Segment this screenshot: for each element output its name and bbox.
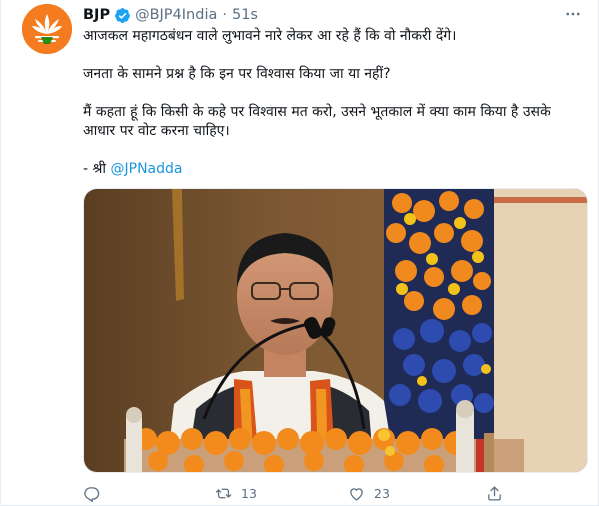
lotus-logo-icon — [22, 4, 72, 54]
tweet-paragraph-1: आजकल महागठबंधन वाले लुभावने नारे लेकर आ … — [83, 28, 457, 44]
like-count: 23 — [374, 485, 390, 501]
retweet-count: 13 — [241, 485, 257, 501]
tweet-paragraph-2: जनता के सामने प्रश्न है कि इन पर विश्वास… — [83, 66, 391, 82]
like-button[interactable]: 23 — [348, 482, 390, 504]
share-button[interactable] — [486, 482, 503, 504]
tweet-timestamp[interactable]: 51s — [232, 7, 258, 23]
author-handle[interactable]: @BJP4India — [135, 7, 217, 23]
reply-icon — [84, 486, 100, 502]
like-icon — [350, 487, 363, 501]
separator-dot: · — [222, 7, 227, 23]
tweet-paragraph-3: मैं कहता हूं कि किसी के कहे पर विश्वास म… — [83, 104, 551, 139]
retweet-icon — [215, 488, 232, 498]
verified-badge-icon — [114, 7, 131, 24]
tweet-actions: 13 23 — [83, 482, 588, 504]
author-name[interactable]: BJP — [83, 7, 110, 23]
speech-photo-image — [84, 189, 587, 472]
tweet-paragraph-4: - श्री @JPNadda — [83, 160, 182, 179]
tweet-card[interactable]: BJP @BJP4India · 51s आजकल महागठबंधन वाले… — [0, 0, 599, 506]
reply-button[interactable] — [83, 482, 100, 504]
more-options-icon[interactable] — [560, 3, 586, 25]
retweet-button[interactable]: 13 — [215, 482, 257, 504]
tweet-photo[interactable] — [83, 188, 588, 473]
avatar[interactable] — [22, 4, 72, 54]
attribution-prefix: - श्री — [83, 161, 111, 177]
tweet-header: BJP @BJP4India · 51s — [83, 5, 258, 25]
share-icon — [488, 485, 501, 501]
mention-link[interactable]: @JPNadda — [111, 161, 183, 177]
